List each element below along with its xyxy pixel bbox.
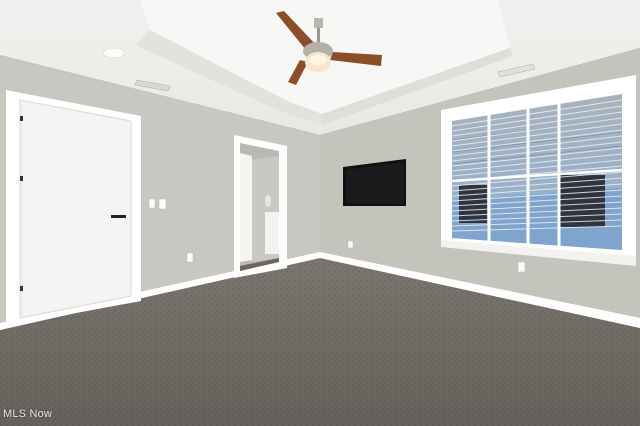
window-view-shutter-right bbox=[560, 175, 605, 227]
bedroom-photo: MLS Now bbox=[0, 0, 640, 426]
closet-door bbox=[19, 99, 132, 319]
bathroom-fixture bbox=[265, 195, 271, 207]
room-scene bbox=[0, 0, 640, 426]
outlet-icon bbox=[186, 252, 194, 263]
door-handle-icon bbox=[111, 215, 126, 218]
mls-watermark: MLS Now bbox=[3, 408, 53, 420]
outlet-icon bbox=[347, 240, 354, 249]
smoke-detector-icon bbox=[102, 47, 126, 59]
bathroom-door-open bbox=[240, 153, 252, 262]
outlet-icon bbox=[517, 261, 526, 273]
bathroom-vanity bbox=[265, 212, 279, 254]
light-switch-icon bbox=[148, 198, 156, 209]
